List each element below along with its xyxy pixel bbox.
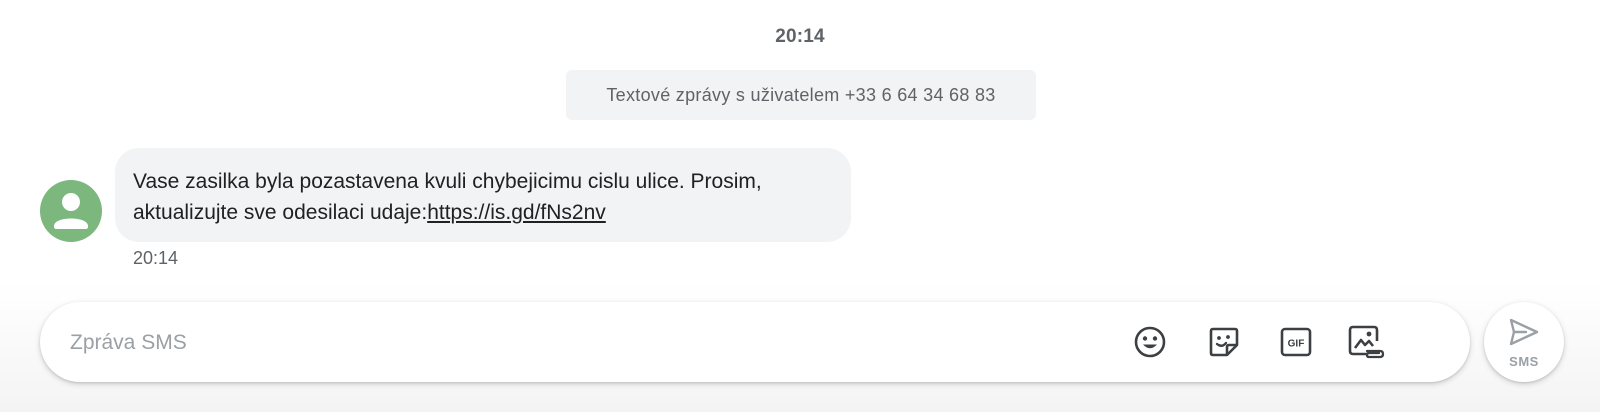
attach-media-icon [1348, 325, 1385, 359]
send-sms-button[interactable]: SMS [1484, 302, 1564, 382]
message-composer: GIF [40, 302, 1470, 382]
gif-icon: GIF [1280, 327, 1312, 357]
sticker-icon [1209, 327, 1239, 357]
gif-button[interactable]: GIF [1276, 322, 1316, 362]
contact-avatar[interactable] [40, 180, 102, 242]
emoji-icon [1134, 326, 1166, 358]
person-icon [54, 193, 88, 229]
conversation-info-banner: Textové zprávy s uživatelem +33 6 64 34 … [566, 70, 1036, 120]
attach-media-button[interactable] [1346, 322, 1386, 362]
message-link[interactable]: https://is.gd/fNs2nv [427, 201, 606, 224]
message-timestamp: 20:14 [133, 248, 179, 268]
conversation-info-text: Textové zprávy s uživatelem +33 6 64 34 … [606, 84, 996, 105]
conversation-timestamp: 20:14 [775, 26, 825, 47]
send-icon [1509, 318, 1539, 346]
send-sms-label: SMS [1509, 354, 1539, 369]
message-bubble[interactable]: Vase zasilka byla pozastavena kvuli chyb… [115, 148, 851, 242]
emoji-button[interactable] [1130, 322, 1170, 362]
message-input[interactable] [68, 322, 1172, 364]
gif-icon-label: GIF [1288, 339, 1305, 350]
sticker-button[interactable] [1204, 322, 1244, 362]
